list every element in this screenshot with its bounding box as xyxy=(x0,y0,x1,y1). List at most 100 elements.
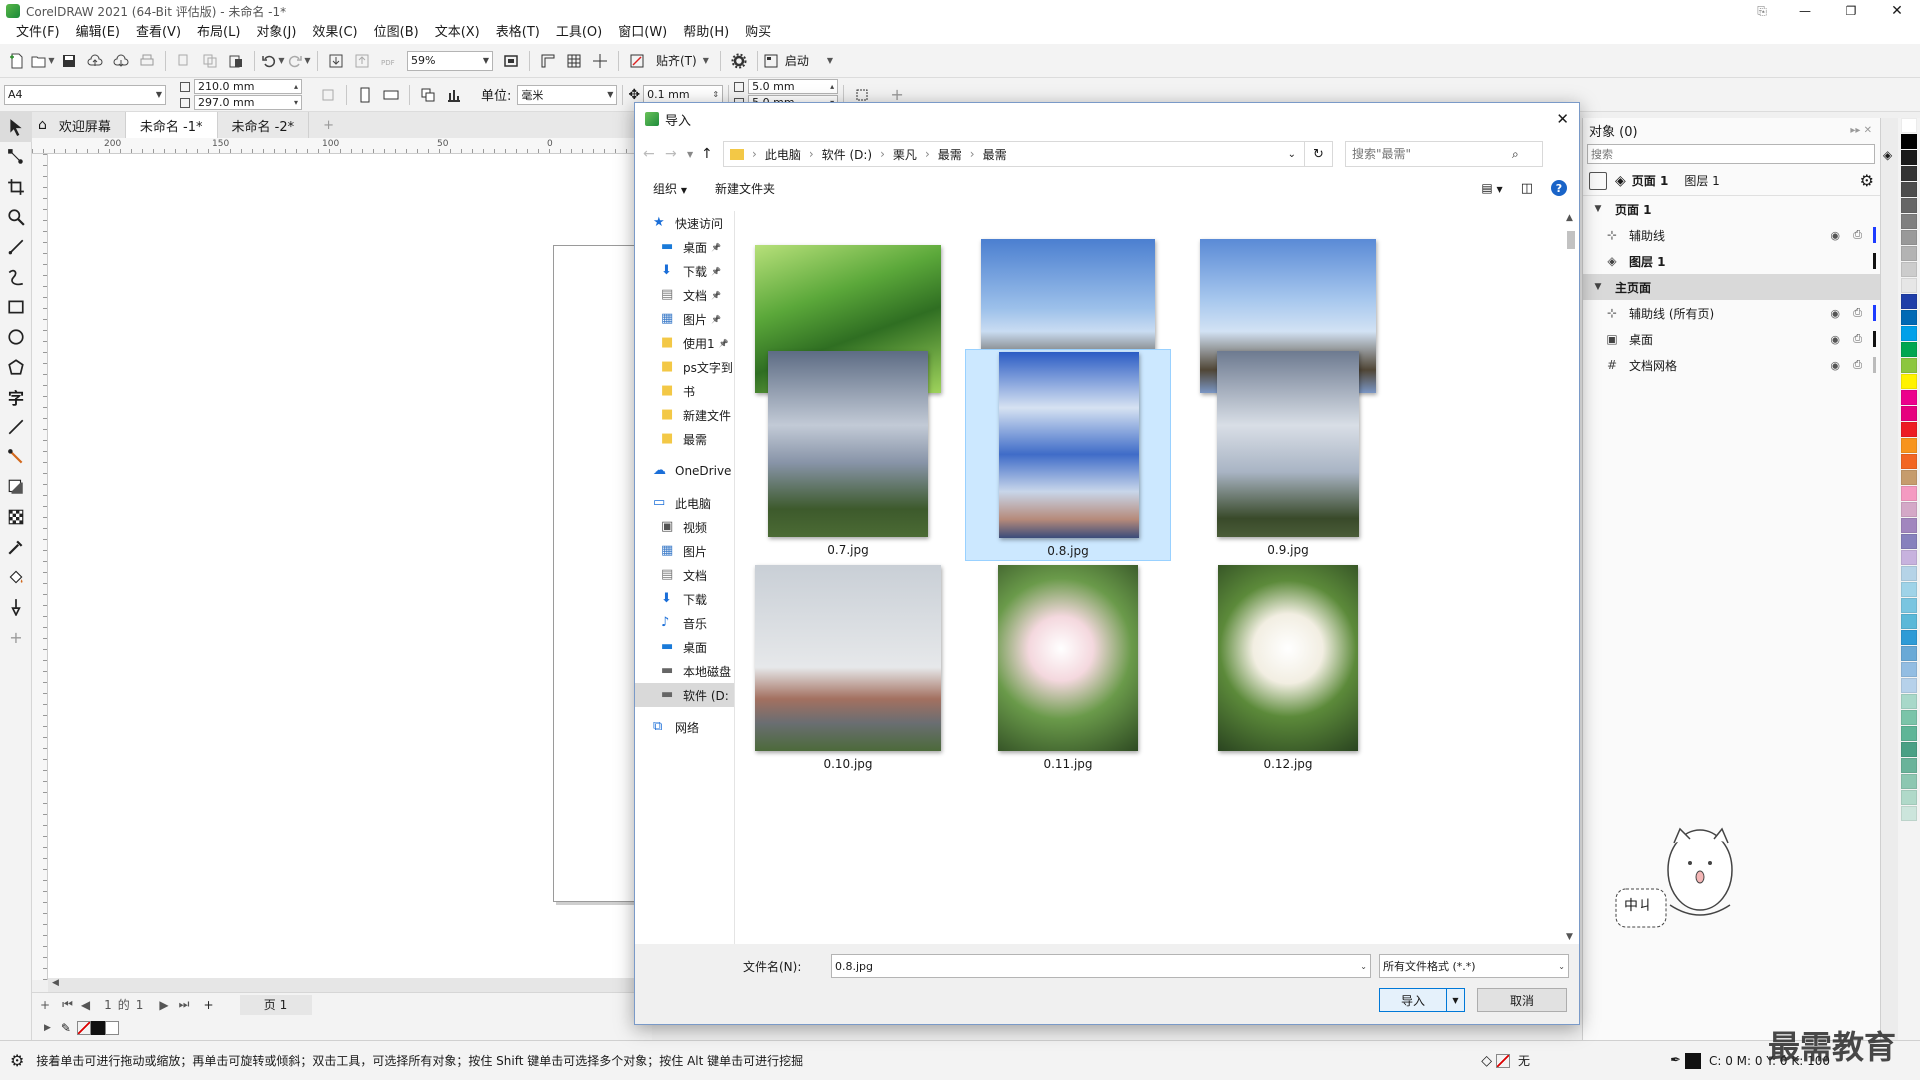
add-tool-button[interactable]: + xyxy=(0,622,32,652)
add-page-after-icon[interactable]: + xyxy=(203,998,213,1012)
minimize-icon[interactable]: — xyxy=(1782,4,1828,18)
add-page-before-icon[interactable]: + xyxy=(40,998,50,1012)
dialog-search-input[interactable] xyxy=(1352,147,1512,161)
menu-object[interactable]: 对象(J) xyxy=(248,22,304,44)
palette-swatch[interactable] xyxy=(1901,774,1917,789)
tab-welcome-screen[interactable]: ⌂ 欢迎屏幕 xyxy=(32,112,126,138)
nav-item[interactable]: ▤ 文档 📌 xyxy=(635,283,734,307)
cloud-upload-button[interactable] xyxy=(83,49,107,73)
palette-swatch[interactable] xyxy=(1901,230,1917,245)
publish-pdf-button[interactable]: PDF xyxy=(376,49,400,73)
address-bar[interactable]: › 此电脑 › 软件 (D:) › 栗凡 › 最需 › 最需 ⌄ xyxy=(723,141,1305,167)
breadcrumb-drive-d[interactable]: 软件 (D:) xyxy=(822,146,872,163)
landscape-button[interactable] xyxy=(379,83,403,107)
menu-layout[interactable]: 布局(L) xyxy=(189,22,248,44)
palette-swatch[interactable] xyxy=(1901,246,1917,261)
palette-swatch[interactable] xyxy=(1901,550,1917,565)
import-options-dropdown[interactable]: ▼ xyxy=(1447,988,1465,1012)
horizontal-scrollbar[interactable]: ◀ xyxy=(48,978,652,992)
nav-item[interactable]: ♪ 音乐 xyxy=(635,611,734,635)
palette-expand-icon[interactable]: ▶ xyxy=(44,1023,51,1033)
palette-swatch[interactable] xyxy=(1901,678,1917,693)
pick-tool[interactable] xyxy=(0,112,32,142)
palette-swatch[interactable] xyxy=(1901,150,1917,165)
show-grid-button[interactable] xyxy=(562,49,586,73)
object-tree-item[interactable]: ⊹ 辅助线 ◉ ⎙ xyxy=(1583,222,1880,248)
address-dropdown-icon[interactable]: ⌄ xyxy=(1288,149,1296,160)
palette-swatch[interactable] xyxy=(1901,406,1917,421)
nav-item[interactable]: ■ 最需 xyxy=(635,427,734,451)
undo-button[interactable]: ▼ xyxy=(261,49,285,73)
print-icon[interactable]: ⎙ xyxy=(1853,332,1862,346)
palette-swatch[interactable] xyxy=(1901,630,1917,645)
nav-item[interactable]: ▭ 此电脑 xyxy=(635,491,734,515)
nav-item[interactable]: ★ 快速访问 xyxy=(635,211,734,235)
swatch-white[interactable] xyxy=(104,1021,119,1035)
print-button[interactable] xyxy=(135,49,159,73)
palette-swatch[interactable] xyxy=(1901,326,1917,341)
connector-tool[interactable] xyxy=(0,442,32,472)
nav-item[interactable]: ▣ 视频 xyxy=(635,515,734,539)
eyedropper-tool[interactable] xyxy=(0,532,32,562)
docker-options-gear-icon[interactable]: ⚙ xyxy=(1860,171,1874,190)
palette-swatch[interactable] xyxy=(1901,566,1917,581)
nav-item[interactable]: ▬ 桌面 xyxy=(635,635,734,659)
first-page-icon[interactable]: ⏮ xyxy=(62,997,73,1012)
file-item[interactable]: 0.9.jpg xyxy=(1185,349,1391,561)
palette-swatch[interactable] xyxy=(1901,742,1917,757)
expand-triangle-icon[interactable]: ▼ xyxy=(1589,282,1607,292)
restore-small-icon[interactable]: ⎘ xyxy=(1742,4,1782,19)
file-item[interactable]: 0.8.jpg xyxy=(965,349,1171,561)
print-icon[interactable]: ⎙ xyxy=(1853,306,1862,320)
palette-swatch[interactable] xyxy=(1901,374,1917,389)
next-page-icon[interactable]: ▶ xyxy=(159,998,168,1012)
print-icon[interactable]: ⎙ xyxy=(1853,358,1862,372)
units-combo[interactable]: 毫米 ▼ xyxy=(517,84,618,105)
menu-file[interactable]: 文件(F) xyxy=(8,22,68,44)
horizontal-ruler[interactable]: 200 150 100 50 0 xyxy=(32,138,652,154)
current-page-button[interactable] xyxy=(442,83,466,107)
palette-swatch[interactable] xyxy=(1901,582,1917,597)
nav-item[interactable]: ▬ 桌面 📌 xyxy=(635,235,734,259)
transparency-tool[interactable] xyxy=(0,502,32,532)
artistic-media-tool[interactable] xyxy=(0,262,32,292)
swatch-none[interactable] xyxy=(76,1021,91,1035)
scroll-up-icon[interactable]: ▲ xyxy=(1566,213,1573,223)
new-folder-button[interactable]: 新建文件夹 xyxy=(715,180,775,197)
docker-search-input[interactable] xyxy=(1587,144,1875,164)
object-tree-item[interactable]: ▼ 页面 1 xyxy=(1583,196,1880,222)
nav-item[interactable]: ☁ OneDrive xyxy=(635,459,734,483)
palette-swatch[interactable] xyxy=(1901,422,1917,437)
palette-swatch[interactable] xyxy=(1901,454,1917,469)
nav-item[interactable]: ▬ 本地磁盘 xyxy=(635,659,734,683)
import-button[interactable]: 导入 xyxy=(1379,988,1447,1012)
palette-swatch[interactable] xyxy=(1901,502,1917,517)
menu-text[interactable]: 文本(X) xyxy=(427,22,488,44)
close-icon[interactable]: ✕ xyxy=(1874,3,1920,19)
menu-edit[interactable]: 编辑(E) xyxy=(68,22,128,44)
object-tree-item[interactable]: ▼ 主页面 xyxy=(1583,274,1880,300)
maximize-icon[interactable]: ❐ xyxy=(1828,4,1874,18)
save-button[interactable] xyxy=(57,49,81,73)
import-button[interactable] xyxy=(324,49,348,73)
interactive-fill-tool[interactable] xyxy=(0,562,32,592)
menu-buy[interactable]: 购买 xyxy=(737,22,779,44)
expand-triangle-icon[interactable]: ▼ xyxy=(1589,204,1607,214)
back-arrow-icon[interactable]: ← xyxy=(643,146,665,162)
palette-swatch[interactable] xyxy=(1901,134,1917,149)
all-pages-button[interactable] xyxy=(316,83,340,107)
ellipse-tool[interactable] xyxy=(0,322,32,352)
object-tree-item[interactable]: ◈ 图层 1 xyxy=(1583,248,1880,274)
visibility-eye-icon[interactable]: ◉ xyxy=(1830,229,1840,242)
palette-swatch[interactable] xyxy=(1901,598,1917,613)
show-guidelines-button[interactable] xyxy=(588,49,612,73)
cloud-download-button[interactable] xyxy=(109,49,133,73)
duplicate-x-field[interactable]: 5.0 mm ▴ xyxy=(748,79,839,94)
portrait-button[interactable] xyxy=(353,83,377,107)
palette-swatch[interactable] xyxy=(1901,342,1917,357)
scroll-down-icon[interactable]: ▼ xyxy=(1566,932,1573,942)
palette-swatch[interactable] xyxy=(1901,278,1917,293)
palette-swatch[interactable] xyxy=(1901,726,1917,741)
nav-item[interactable]: ▦ 图片 📌 xyxy=(635,307,734,331)
snap-off-button[interactable] xyxy=(625,49,649,73)
